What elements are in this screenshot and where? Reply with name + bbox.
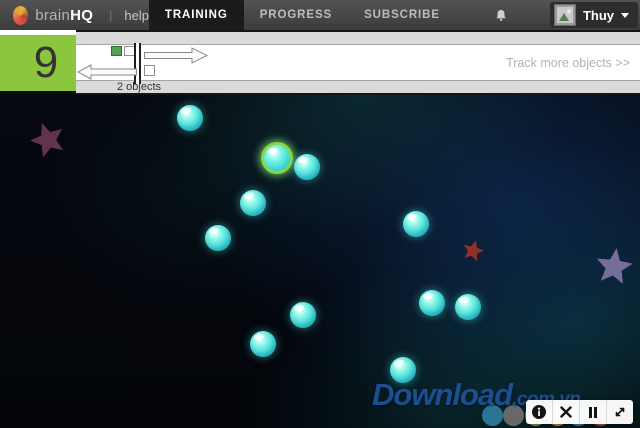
info-button[interactable] [526, 400, 553, 424]
starfish-icon [460, 238, 487, 265]
tab-training[interactable]: TRAINING [149, 0, 244, 30]
help-link[interactable]: help [124, 8, 149, 23]
bubble[interactable] [419, 290, 445, 316]
level-down-arrow-icon [77, 64, 137, 80]
fullscreen-button[interactable] [607, 400, 633, 424]
notification-bell-icon[interactable] [494, 8, 508, 23]
starfish-icon [25, 117, 71, 163]
brand-title[interactable]: brainHQ [35, 7, 93, 24]
brainhq-logo-icon[interactable] [13, 6, 28, 25]
bubble[interactable] [290, 302, 316, 328]
bubble[interactable] [455, 294, 481, 320]
user-name: Thuy [583, 8, 614, 23]
scoreboard: 9 Track more objects >> 2 objects [0, 30, 640, 95]
track-more-link[interactable]: Track more objects >> [506, 56, 630, 70]
score-bottom-strip [0, 91, 76, 95]
bubble[interactable] [177, 105, 203, 131]
game-control-bar [526, 400, 633, 424]
tracked-bubble[interactable] [261, 142, 293, 174]
close-button[interactable] [553, 400, 580, 424]
level-progress-strip: Track more objects >> 2 objects [76, 30, 640, 95]
bubble[interactable] [403, 211, 429, 237]
score-value: 9 [0, 35, 76, 91]
level-strip-bottom: 2 objects [76, 80, 640, 93]
level-marker-empty-bottom [144, 65, 155, 76]
bubble[interactable] [205, 225, 231, 251]
chevron-down-icon [621, 13, 629, 18]
user-menu[interactable]: Thuy [550, 2, 638, 28]
level-up-arrow-icon [144, 47, 208, 64]
bubble[interactable] [240, 190, 266, 216]
level-marker-filled [111, 46, 122, 56]
bubble[interactable] [294, 154, 320, 180]
header-divider: | [109, 8, 112, 22]
user-avatar [554, 4, 576, 26]
starfish-icon [593, 246, 636, 289]
level-strip-top [76, 32, 640, 45]
game-area[interactable]: Download.com.vn [0, 95, 640, 428]
bubble[interactable] [250, 331, 276, 357]
top-nav-bar: brainHQ | help TRAINING PROGRESS SUBSCRI… [0, 0, 640, 30]
brainhq-app: brainHQ | help TRAINING PROGRESS SUBSCRI… [0, 0, 640, 428]
watermark-main: Download [372, 377, 512, 412]
pause-button[interactable] [580, 400, 607, 424]
score-column: 9 [0, 30, 76, 95]
tab-subscribe[interactable]: SUBSCRIBE [348, 0, 456, 30]
nav-tabs: TRAINING PROGRESS SUBSCRIBE [149, 0, 456, 30]
tab-progress[interactable]: PROGRESS [244, 0, 348, 30]
